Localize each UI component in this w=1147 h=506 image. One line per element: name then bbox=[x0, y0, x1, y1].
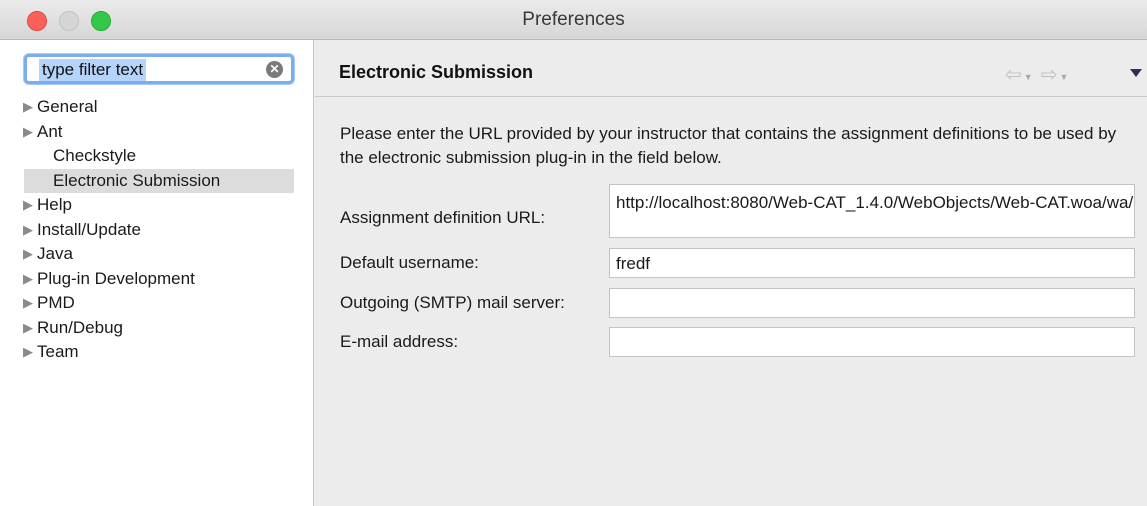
tree-item-label: Ant bbox=[37, 121, 63, 141]
tree-item-label: Checkstyle bbox=[53, 146, 137, 165]
page-description: Please enter the URL provided by your in… bbox=[340, 124, 1117, 167]
window-title: Preferences bbox=[522, 9, 625, 30]
tree-item-plug-in-development[interactable]: ▶ Plug-in Development bbox=[23, 267, 294, 292]
tree-item-java[interactable]: ▶ Java bbox=[23, 242, 294, 267]
back-arrow-icon[interactable]: ⇦ bbox=[1005, 64, 1022, 86]
forward-arrow-icon[interactable]: ⇨ bbox=[1041, 64, 1058, 86]
page-title: Electronic Submission bbox=[339, 62, 534, 82]
tree-item-ant[interactable]: ▶ Ant bbox=[23, 120, 294, 145]
expand-arrow-icon[interactable]: ▶ bbox=[23, 120, 37, 145]
tree-item-label: Electronic Submission bbox=[53, 170, 221, 190]
smtp-server-label: Outgoing (SMTP) mail server: bbox=[340, 293, 565, 312]
tree-item-team[interactable]: ▶ Team bbox=[23, 340, 294, 365]
filter-input[interactable]: type filter text ✕ bbox=[24, 54, 294, 84]
expand-arrow-icon[interactable]: ▶ bbox=[23, 218, 37, 243]
page-header: Electronic Submission ⇦ ▼ ⇨ ▼ bbox=[315, 40, 1147, 97]
tree-item-checkstyle[interactable]: Checkstyle bbox=[24, 144, 294, 169]
expand-arrow-icon[interactable]: ▶ bbox=[23, 291, 37, 316]
tree-item-label: PMD bbox=[37, 293, 75, 312]
filter-input-text[interactable]: type filter text bbox=[39, 59, 147, 81]
tree-item-label: Team bbox=[37, 342, 79, 361]
sidebar: type filter text ✕ ▶ General ▶ Ant Checkst… bbox=[0, 40, 314, 506]
tree-item-label: Run/Debug bbox=[37, 317, 124, 337]
expand-arrow-icon[interactable]: ▶ bbox=[23, 193, 37, 218]
clear-filter-icon[interactable]: ✕ bbox=[266, 61, 283, 78]
tree-item-label: Java bbox=[37, 244, 73, 263]
expand-arrow-icon[interactable]: ▶ bbox=[23, 340, 37, 365]
tree-item-label: General bbox=[37, 97, 98, 116]
assignment-url-field[interactable]: http://localhost:8080/Web-CAT_1.4.0/WebO… bbox=[609, 184, 1135, 238]
expand-arrow-icon[interactable]: ▶ bbox=[23, 242, 37, 267]
tree-item-label: Help bbox=[37, 195, 72, 214]
title-bar: Preferences bbox=[0, 0, 1147, 40]
username-field[interactable]: fredf bbox=[609, 248, 1135, 278]
tree-item-label: Install/Update bbox=[37, 219, 141, 239]
tree-item-general[interactable]: ▶ General bbox=[23, 95, 294, 120]
forward-dropdown-icon[interactable]: ▼ bbox=[1059, 72, 1068, 82]
smtp-server-field[interactable] bbox=[609, 288, 1135, 318]
back-dropdown-icon[interactable]: ▼ bbox=[1024, 72, 1033, 82]
tree-item-label: Plug-in Development bbox=[37, 268, 195, 288]
username-label: Default username: bbox=[340, 253, 479, 272]
tree-item-pmd[interactable]: ▶ PMD bbox=[23, 291, 294, 316]
tree-item-install-update[interactable]: ▶ Install/Update bbox=[23, 218, 294, 243]
view-menu-icon[interactable] bbox=[1130, 69, 1142, 77]
expand-arrow-icon[interactable]: ▶ bbox=[23, 267, 37, 292]
preferences-tree: ▶ General ▶ Ant Checkstyle Electronic Subm… bbox=[23, 95, 294, 365]
preference-page: Electronic Submission ⇦ ▼ ⇨ ▼ Please enter … bbox=[315, 40, 1147, 506]
assignment-url-label: Assignment definition URL: bbox=[340, 208, 546, 227]
expand-arrow-icon[interactable]: ▶ bbox=[23, 316, 37, 341]
tree-item-run-debug[interactable]: ▶ Run/Debug bbox=[23, 316, 294, 341]
email-field[interactable] bbox=[609, 327, 1135, 357]
expand-arrow-icon[interactable]: ▶ bbox=[23, 95, 37, 120]
tree-item-electronic-submission[interactable]: Electronic Submission bbox=[24, 168, 294, 193]
tree-item-help[interactable]: ▶ Help bbox=[23, 193, 294, 218]
history-navigation: ⇦ ▼ ⇨ ▼ bbox=[1005, 62, 1070, 87]
email-label: E-mail address: bbox=[340, 332, 459, 351]
